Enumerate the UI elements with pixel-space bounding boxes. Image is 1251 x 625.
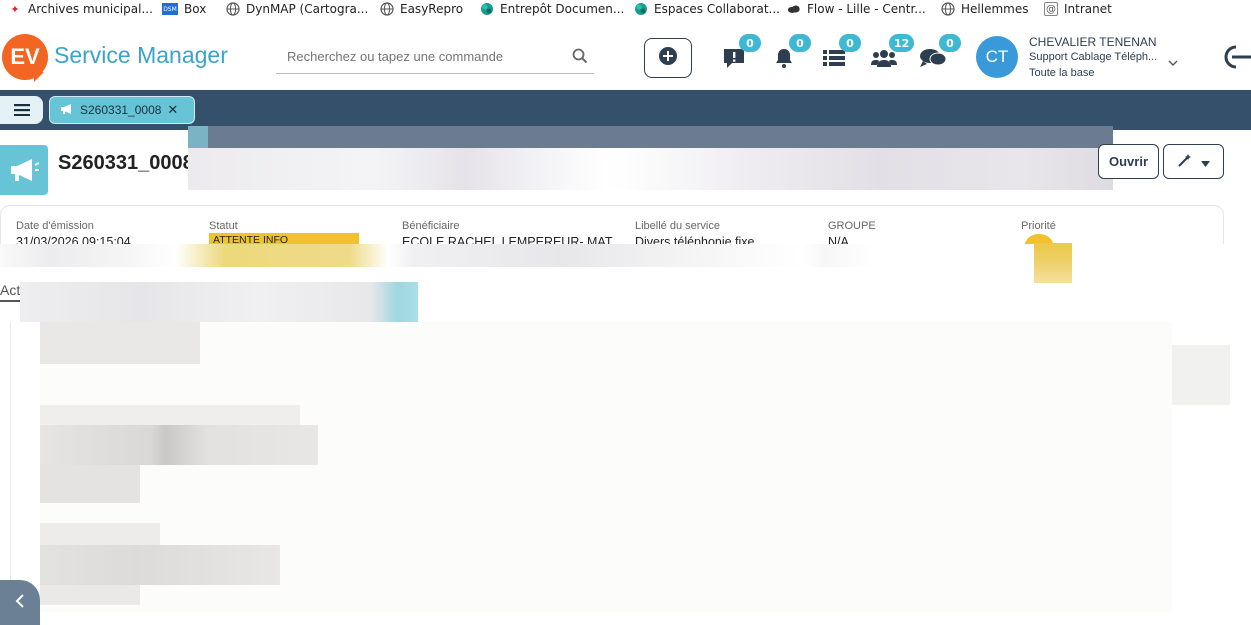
app-header: EV Service Manager 0 0 0 1 xyxy=(0,18,1251,90)
field-label-status: Statut xyxy=(209,220,238,232)
logout-icon[interactable] xyxy=(1222,44,1251,74)
user-scope: Toute la base xyxy=(1029,67,1095,79)
teams-button[interactable] xyxy=(871,48,897,72)
field-label-beneficiary: Bénéficiaire xyxy=(402,220,460,232)
logo-tail xyxy=(34,72,44,82)
command-search xyxy=(276,42,594,74)
search-input[interactable] xyxy=(276,42,556,70)
search-icon[interactable] xyxy=(572,48,588,64)
globe-icon xyxy=(941,2,955,16)
open-button[interactable]: Ouvrir xyxy=(1098,144,1159,179)
record-title: S260331_0008 xyxy=(58,152,188,174)
user-role: Support Cablage Téléph... xyxy=(1029,51,1158,63)
messages-button[interactable] xyxy=(920,48,947,72)
users-group-icon xyxy=(871,48,897,72)
magic-wand-icon xyxy=(1177,152,1193,171)
bookmarks-bar: ✦ Archives municipal... DSM Box DynMAP (… xyxy=(0,0,1251,18)
chevron-down-icon[interactable] xyxy=(1168,52,1178,71)
create-button[interactable] xyxy=(644,38,692,78)
close-icon[interactable]: ✕ xyxy=(167,102,178,118)
redacted-region xyxy=(40,465,140,503)
actions-dropdown-button[interactable] xyxy=(1163,144,1224,179)
record-type-icon xyxy=(0,145,48,195)
tab-underline xyxy=(0,300,20,302)
redacted-region xyxy=(188,148,1113,190)
bookmark-label: EasyRepro xyxy=(400,2,464,16)
tab-record[interactable]: S260331_0008 ✕ xyxy=(49,96,195,124)
globe-icon xyxy=(380,2,394,16)
cloud-icon xyxy=(787,2,801,16)
bookmark-label: Espaces Collaborat... xyxy=(654,2,780,16)
field-value-date: 31/03/2026 09:15:04 xyxy=(16,235,131,244)
megaphone-icon xyxy=(60,103,74,118)
redacted-region xyxy=(188,126,1113,148)
notifications-badge: 0 xyxy=(789,34,811,52)
alert-message-icon xyxy=(722,47,746,73)
field-label-date: Date d'émission xyxy=(16,220,94,232)
redacted-region xyxy=(1172,345,1230,405)
redacted-region xyxy=(40,585,140,605)
redacted-region xyxy=(40,425,318,465)
list-icon xyxy=(822,48,846,72)
caret-down-icon xyxy=(1201,152,1210,171)
bookmark-hellemmes[interactable]: Hellemmes xyxy=(941,0,1028,18)
sharepoint-icon xyxy=(480,2,494,16)
bookmark-entrepot[interactable]: Entrepôt Documen... xyxy=(480,0,624,18)
bookmark-label: Archives municipal... xyxy=(28,2,153,16)
red-leaf-icon: ✦ xyxy=(10,2,20,16)
field-value-beneficiary[interactable]: ECOLE RACHEL LEMPEREUR- MAT xyxy=(402,234,624,244)
tasks-badge: 0 xyxy=(839,34,861,52)
field-label-service: Libellé du service xyxy=(635,220,720,232)
field-value-service: Divers téléphonie fixe xyxy=(635,235,755,244)
redacted-region xyxy=(1034,243,1072,283)
bookmark-label: Entrepôt Documen... xyxy=(500,2,625,16)
sharepoint-icon xyxy=(634,2,648,16)
bookmark-box[interactable]: DSM Box xyxy=(162,0,206,18)
hamburger-icon xyxy=(13,101,30,120)
redacted-region xyxy=(20,282,418,322)
bell-icon xyxy=(773,47,795,73)
messages-badge: 0 xyxy=(939,34,961,52)
alerts-badge: 0 xyxy=(739,34,761,52)
bookmark-espaces[interactable]: Espaces Collaborat... xyxy=(634,0,780,18)
field-value-group: N/A xyxy=(828,235,849,244)
bookmark-label: Intranet xyxy=(1064,2,1112,16)
user-name[interactable]: CHEVALIER TENENAN xyxy=(1029,35,1157,49)
bookmark-archives[interactable]: ✦ Archives municipal... xyxy=(8,0,153,18)
teams-badge: 12 xyxy=(889,34,915,52)
tab-label: S260331_0008 xyxy=(80,103,162,117)
redacted-region xyxy=(40,405,300,425)
dsm-icon: DSM xyxy=(162,3,178,15)
tab-activities[interactable]: Activités xyxy=(0,282,20,298)
bookmark-label: Box xyxy=(184,2,207,16)
bookmark-label: Hellemmes xyxy=(961,2,1029,16)
tab-bar: S260331_0008 ✕ xyxy=(0,90,1251,130)
bookmark-intranet[interactable]: @ Intranet xyxy=(1044,0,1112,18)
bookmark-label: Flow - Lille - Centr... xyxy=(807,2,926,16)
sidebar-toggle[interactable] xyxy=(0,580,40,625)
field-label-priority: Priorité xyxy=(1021,220,1056,232)
menu-button[interactable] xyxy=(0,96,43,124)
tasks-button[interactable] xyxy=(821,48,847,72)
redacted-region xyxy=(40,545,280,585)
notifications-button[interactable] xyxy=(771,48,797,72)
bookmark-dynmap[interactable]: DynMAP (Cartogra... xyxy=(226,0,368,18)
redacted-region xyxy=(40,523,160,545)
redacted-region xyxy=(40,322,200,364)
status-badge: ATTENTE INFO PRESTATAIRE xyxy=(209,233,359,244)
alerts-button[interactable] xyxy=(721,48,747,72)
bookmark-label: DynMAP (Cartogra... xyxy=(246,2,369,16)
bookmark-easyrepro[interactable]: EasyRepro xyxy=(380,0,463,18)
chevron-left-icon xyxy=(15,593,25,613)
user-avatar[interactable]: CT xyxy=(976,36,1018,78)
field-label-group: GROUPE xyxy=(828,220,876,232)
at-icon: @ xyxy=(1044,2,1058,16)
plus-circle-icon xyxy=(658,46,678,70)
app-name: Service Manager xyxy=(54,42,228,68)
globe-icon xyxy=(226,2,240,16)
bookmark-flow[interactable]: Flow - Lille - Centr... xyxy=(787,0,926,18)
